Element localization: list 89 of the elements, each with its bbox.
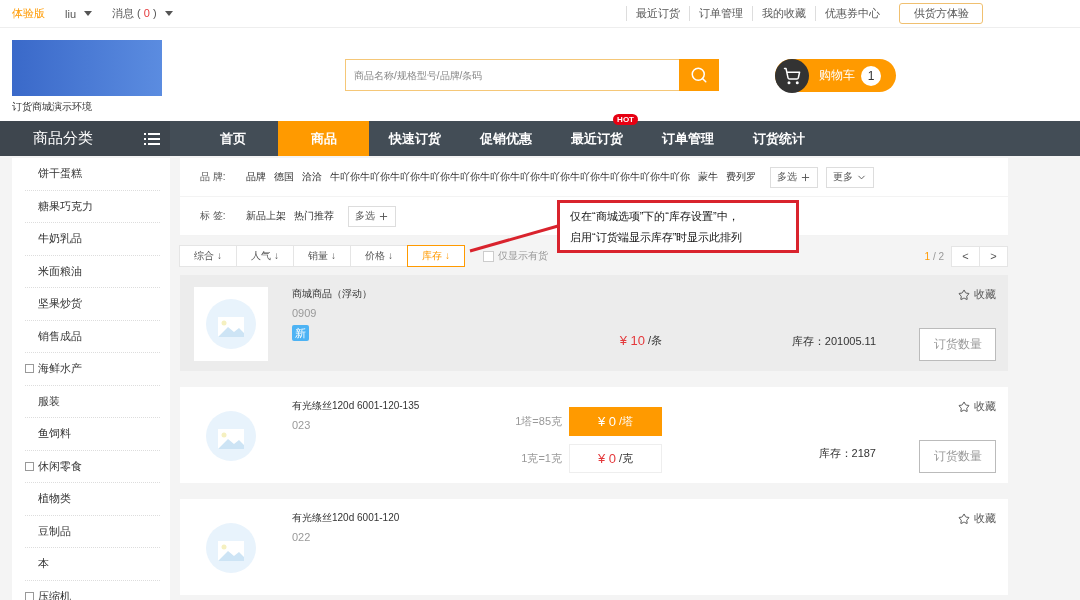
image-placeholder-icon: [206, 523, 256, 573]
edition-label: 体验版: [12, 6, 45, 21]
product-code: 023: [292, 419, 312, 431]
product-code: 0909: [292, 307, 318, 319]
product-name[interactable]: 商城商品（浮动）: [292, 287, 512, 301]
brand-option[interactable]: 品牌: [246, 170, 266, 184]
nav-tab[interactable]: 促销优惠: [460, 121, 551, 156]
image-placeholder-icon: [206, 299, 256, 349]
category-title: 商品分类: [33, 129, 93, 148]
search-icon: [690, 66, 708, 84]
cart-button[interactable]: 购物车 1: [775, 59, 896, 92]
sort-tab[interactable]: 销量 ↓: [293, 245, 351, 267]
brand-option[interactable]: 费列罗: [726, 170, 756, 184]
top-link[interactable]: 优惠券中心: [815, 6, 889, 21]
caret-icon: [164, 11, 173, 16]
category-item[interactable]: 服装: [25, 385, 160, 418]
cart-icon: [775, 58, 809, 93]
supplier-button[interactable]: 供货方体验: [899, 3, 983, 24]
category-item[interactable]: 植物类: [25, 483, 160, 516]
hot-badge: HOT: [613, 114, 638, 125]
messages-menu[interactable]: 消息 ( 0 ): [112, 6, 157, 21]
stock-amount: 库存：201005.11: [791, 333, 876, 349]
unit-conversion: 1克=1克: [521, 451, 562, 466]
prev-page-button[interactable]: <: [951, 245, 980, 267]
annotation-text: 启用“订货端显示库存”时显示此排列: [570, 229, 744, 245]
filter-label: 品 牌:: [200, 170, 227, 184]
price-option[interactable]: ¥ 0 /克: [569, 444, 662, 473]
top-link[interactable]: 我的收藏: [752, 6, 815, 21]
collect-link[interactable]: 收藏: [958, 511, 996, 526]
store-name: 订货商城演示环境: [12, 100, 93, 114]
search-button[interactable]: [679, 59, 719, 91]
brand-option[interactable]: 洽洽: [302, 170, 322, 184]
more-button[interactable]: 更多: [826, 166, 874, 188]
filter-label: 标 签:: [200, 209, 227, 223]
nav-tab[interactable]: 订货统计: [733, 121, 824, 156]
user-menu[interactable]: liu: [65, 7, 76, 20]
brand-option[interactable]: 德国: [274, 170, 294, 184]
nav-tab[interactable]: 快速订货: [369, 121, 460, 156]
plus-icon: [800, 171, 811, 183]
category-item[interactable]: 销售成品: [25, 320, 160, 353]
multi-select-button[interactable]: 多选: [348, 205, 396, 227]
star-icon: [958, 512, 970, 525]
cart-count: 1: [861, 65, 881, 86]
nav-tab[interactable]: 首页: [187, 121, 278, 156]
category-item[interactable]: 豆制品: [25, 515, 160, 548]
image-placeholder-icon: [206, 411, 256, 461]
price-option: ¥ 10 /条: [619, 326, 662, 355]
expand-icon[interactable]: [25, 364, 34, 374]
sort-tab[interactable]: 价格 ↓: [350, 245, 408, 267]
sort-tab[interactable]: 人气 ↓: [236, 245, 294, 267]
collect-link[interactable]: 收藏: [958, 399, 996, 414]
star-icon: [958, 400, 970, 413]
category-item[interactable]: 休闲零食: [25, 450, 160, 483]
product-name[interactable]: 有光绦丝120d 6001-120: [292, 511, 512, 525]
search-field[interactable]: 商品名称/规格型号/品牌/条码: [345, 59, 679, 91]
menu-icon[interactable]: [144, 132, 160, 145]
brand-option[interactable]: 牛吖你牛吖你牛吖你牛吖你牛吖你牛吖你牛吖你牛吖你牛吖你牛吖你牛吖你牛吖你: [330, 170, 690, 184]
expand-icon[interactable]: [25, 591, 34, 600]
multi-select-button[interactable]: 多选: [770, 166, 818, 188]
next-page-button[interactable]: >: [979, 245, 1008, 267]
category-item[interactable]: 海鲜水产: [25, 353, 160, 386]
product-code: 022: [292, 531, 312, 543]
page-indicator: 1 / 2: [924, 250, 944, 262]
category-item[interactable]: 牛奶乳品: [25, 223, 160, 256]
star-icon: [958, 288, 970, 301]
category-item[interactable]: 坚果炒货: [25, 288, 160, 321]
sort-tab[interactable]: 综合 ↓: [179, 245, 237, 267]
tag-option[interactable]: 热门推荐: [294, 209, 334, 223]
category-item[interactable]: 本: [25, 548, 160, 581]
checkbox-label: 仅显示有货: [498, 249, 548, 263]
category-item[interactable]: 鱼饲料: [25, 418, 160, 451]
tag-option[interactable]: 新品上架: [246, 209, 286, 223]
collect-link[interactable]: 收藏: [958, 287, 996, 302]
brand-option[interactable]: 蒙牛: [698, 170, 718, 184]
nav-tab[interactable]: 订单管理: [642, 121, 733, 156]
product-name[interactable]: 有光绦丝120d 6001-120-135: [292, 399, 512, 413]
annotation-text: 仅在“商城选项”下的“库存设置”中，: [570, 208, 740, 224]
checkbox[interactable]: [483, 250, 494, 262]
category-item[interactable]: 糖果巧克力: [25, 190, 160, 223]
plus-icon: [378, 210, 389, 222]
unit-conversion: 1塔=85克: [515, 414, 562, 429]
top-link[interactable]: 订单管理: [689, 6, 752, 21]
category-item[interactable]: 米面粮油: [25, 255, 160, 288]
top-link[interactable]: 最近订货: [626, 6, 689, 21]
expand-icon[interactable]: [25, 461, 34, 471]
caret-icon: [84, 11, 92, 16]
category-item[interactable]: 饼干蛋糕: [25, 158, 160, 191]
stock-amount: 库存：2187: [818, 445, 876, 461]
new-badge: 新: [292, 325, 309, 341]
